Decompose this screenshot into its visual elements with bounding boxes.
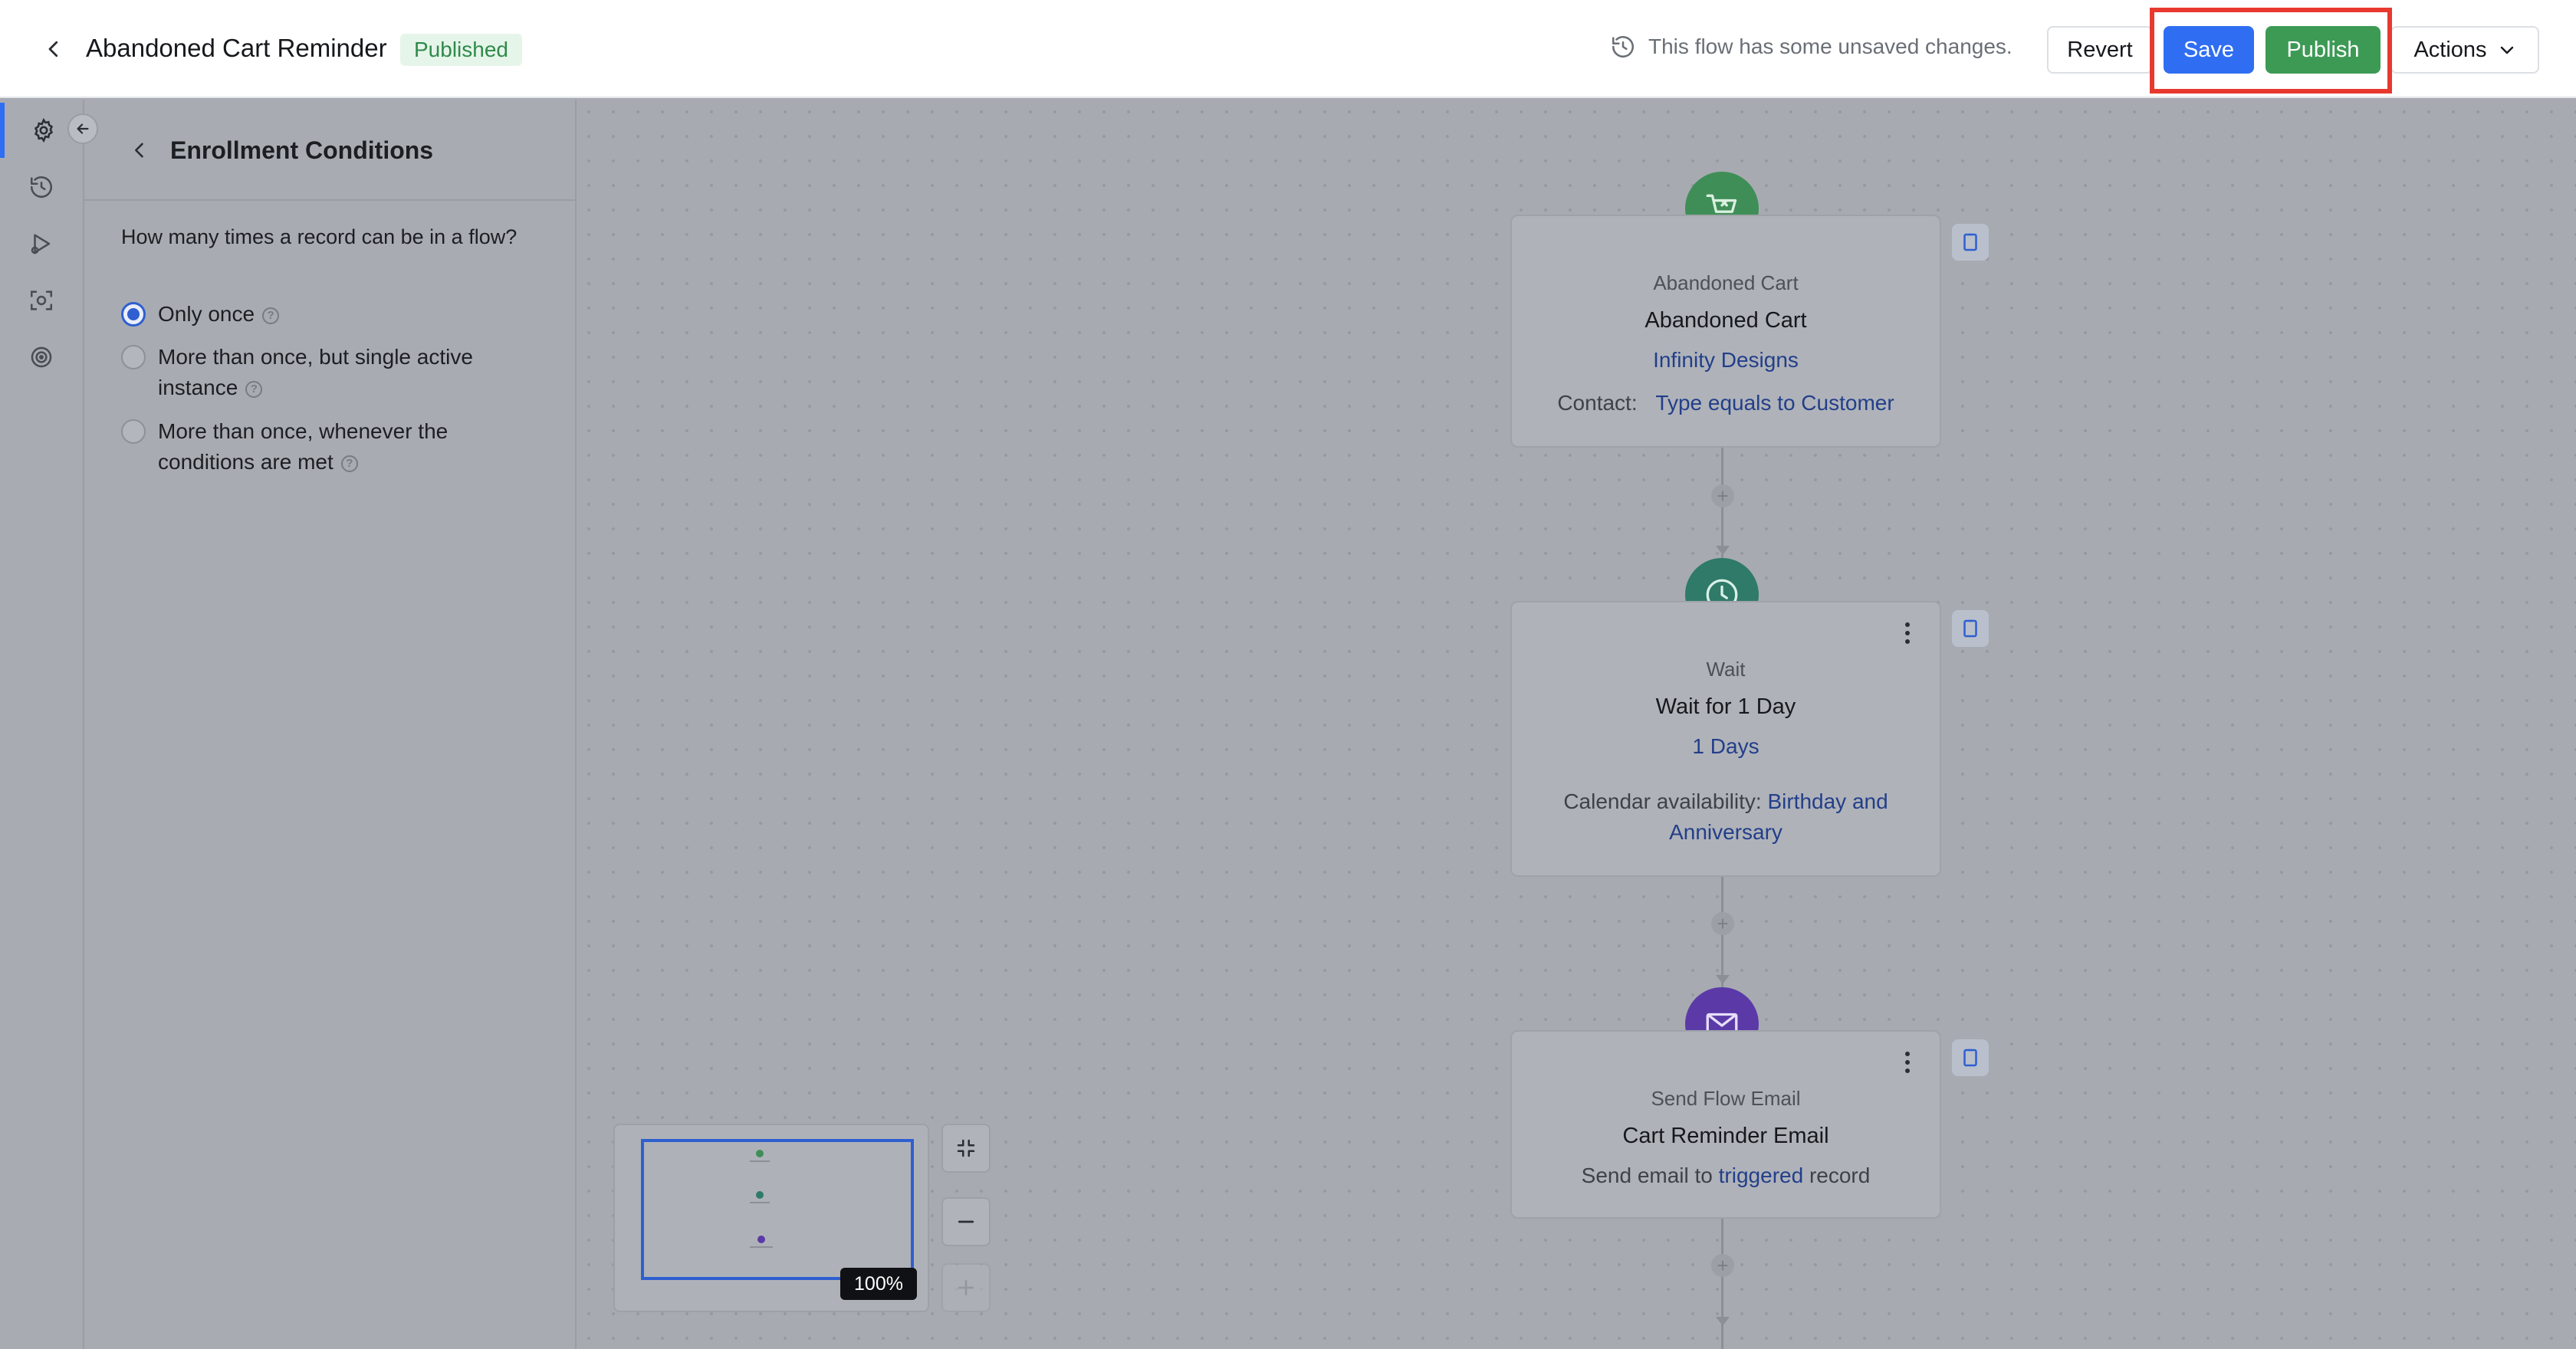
- copy-node-button[interactable]: [1952, 224, 1989, 261]
- minimap-node: [756, 1191, 764, 1199]
- node-name: Wait for 1 Day: [1655, 694, 1796, 719]
- add-step-plus-icon[interactable]: +: [1711, 484, 1734, 507]
- email-detail-prefix: Send email to: [1581, 1164, 1713, 1187]
- sidebar-item-test-run[interactable]: [0, 216, 83, 271]
- zoom-out-button[interactable]: [941, 1197, 991, 1246]
- condition-value[interactable]: Type equals to Customer: [1655, 391, 1894, 415]
- email-detail-suffix: record: [1809, 1164, 1871, 1187]
- sidebar-item-history[interactable]: [0, 159, 83, 215]
- history-icon: [1612, 36, 1635, 58]
- minimap-node: [757, 1236, 765, 1243]
- status-badge: Published: [400, 34, 522, 66]
- radio-option-label: More than once, whenever the conditions …: [158, 419, 449, 474]
- help-icon[interactable]: ?: [245, 380, 263, 398]
- flow-node-wait[interactable]: Wait Wait for 1 Day 1 Days Calendar avai…: [1510, 601, 1941, 877]
- help-icon[interactable]: ?: [340, 455, 358, 472]
- top-header: Abandoned Cart Reminder Published This f…: [0, 0, 2576, 98]
- node-detail-link[interactable]: Infinity Designs: [1512, 345, 1940, 376]
- connector-arrow-icon: [1716, 975, 1730, 984]
- help-icon[interactable]: ?: [262, 307, 280, 324]
- minimap-viewport[interactable]: [641, 1139, 914, 1280]
- copy-node-button[interactable]: [1952, 1039, 1989, 1076]
- enrollment-panel: Enrollment Conditions How many times a r…: [67, 100, 577, 1349]
- node-calendar: Calendar availability: Birthday and Anni…: [1512, 786, 1940, 848]
- unsaved-notice: This flow has some unsaved changes.: [1610, 34, 2013, 60]
- node-name: Cart Reminder Email: [1622, 1124, 1829, 1148]
- revert-button[interactable]: Revert: [2047, 26, 2153, 74]
- collapse-panel-button[interactable]: [67, 113, 98, 144]
- radio-option-label: More than once, but single active instan…: [158, 345, 473, 399]
- node-type: Wait: [1706, 658, 1746, 681]
- collapse-arrows-icon: [957, 1139, 975, 1157]
- radio-button[interactable]: [121, 419, 146, 444]
- radio-option-single-active[interactable]: More than once, but single active instan…: [121, 342, 518, 403]
- gear-icon: [34, 117, 54, 143]
- panel-title: Enrollment Conditions: [170, 136, 434, 164]
- email-detail-link[interactable]: triggered: [1719, 1164, 1804, 1187]
- connector-arrow-icon: [1716, 1317, 1730, 1326]
- node-name: Abandoned Cart: [1644, 308, 1807, 333]
- condition-label: Contact:: [1557, 391, 1638, 415]
- play-icon: [31, 234, 51, 254]
- actions-dropdown[interactable]: Actions: [2390, 26, 2539, 74]
- clipboard-icon: [1963, 619, 1977, 638]
- chevron-down-icon: [2500, 46, 2513, 54]
- sidebar-item-goals[interactable]: [0, 330, 83, 385]
- clipboard-icon: [1963, 233, 1977, 251]
- node-type: Send Flow Email: [1651, 1087, 1801, 1110]
- flow-node-trigger[interactable]: Abandoned Cart Abandoned Cart Infinity D…: [1510, 215, 1941, 448]
- add-step-plus-icon[interactable]: +: [1711, 1254, 1734, 1277]
- radio-option-only-once[interactable]: Only once?: [121, 299, 511, 330]
- actions-label: Actions: [2413, 37, 2487, 62]
- clipboard-icon: [1963, 1049, 1977, 1067]
- arrow-left-icon: [77, 123, 89, 134]
- node-detail-link[interactable]: 1 Days: [1512, 731, 1940, 762]
- panel-header: Enrollment Conditions: [84, 100, 575, 201]
- copy-node-button[interactable]: [1952, 610, 1989, 647]
- add-step-plus-icon[interactable]: +: [1711, 912, 1734, 935]
- radio-button[interactable]: [121, 302, 146, 327]
- node-condition: Contact: Type equals to Customer: [1512, 388, 1940, 418]
- flow-node-email[interactable]: Send Flow Email Cart Reminder Email Send…: [1510, 1030, 1941, 1219]
- radio-button[interactable]: [121, 345, 146, 369]
- panel-back-icon[interactable]: [124, 135, 155, 166]
- minimap[interactable]: 100%: [613, 1124, 929, 1312]
- minimap-node-label: [750, 1202, 770, 1203]
- radio-option-label: Only once: [158, 302, 255, 326]
- target-icon: [31, 346, 52, 368]
- fit-view-button[interactable]: [941, 1124, 991, 1173]
- zoom-level-badge: 100%: [840, 1268, 917, 1300]
- sidebar-item-scan[interactable]: [0, 273, 83, 328]
- zoom-in-button[interactable]: [941, 1263, 991, 1312]
- back-arrow-icon[interactable]: [38, 34, 69, 64]
- node-menu-icon[interactable]: [1898, 619, 1917, 647]
- publish-button[interactable]: Publish: [2266, 26, 2380, 74]
- minimap-node-label: [750, 1160, 770, 1162]
- flow-title: Abandoned Cart Reminder: [86, 34, 387, 62]
- node-type: Abandoned Cart: [1653, 271, 1799, 294]
- minimap-node: [756, 1150, 764, 1157]
- history-icon: [30, 176, 53, 199]
- scan-icon: [30, 290, 53, 310]
- connector-arrow-icon: [1716, 546, 1730, 555]
- minimap-node-label: [750, 1246, 773, 1248]
- calendar-label: Calendar availability:: [1563, 789, 1762, 813]
- connector-line: [1721, 1219, 1723, 1349]
- enrollment-question: How many times a record can be in a flow…: [121, 225, 518, 248]
- node-email-detail: Send email to triggered record: [1512, 1160, 1940, 1191]
- left-icon-rail: [0, 100, 84, 1349]
- save-button[interactable]: Save: [2164, 26, 2254, 74]
- plus-icon: [958, 1279, 974, 1296]
- unsaved-message: This flow has some unsaved changes.: [1648, 34, 2013, 58]
- node-menu-icon[interactable]: [1898, 1049, 1917, 1076]
- radio-option-whenever-met[interactable]: More than once, whenever the conditions …: [121, 416, 503, 478]
- minus-icon: [958, 1220, 974, 1223]
